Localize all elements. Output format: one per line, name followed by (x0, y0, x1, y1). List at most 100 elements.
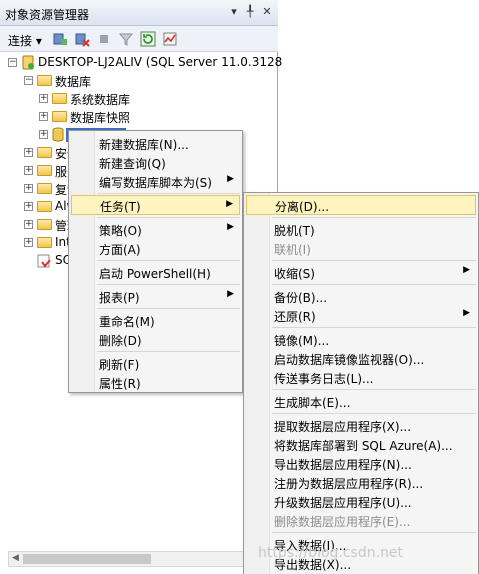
stop-icon[interactable] (96, 31, 112, 47)
scroll-thumb[interactable] (23, 554, 151, 564)
menu-item-label: 镜像(M)... (274, 334, 330, 348)
menu-item-export-data-tier-app[interactable]: 导出数据层应用程序(N)... (270, 453, 476, 473)
expand-icon[interactable]: + (24, 202, 33, 211)
menu-item-upgrade-data-tier-app[interactable]: 升级数据层应用程序(U)... (270, 491, 476, 511)
system-databases-label: 系统数据库 (70, 93, 131, 107)
menu-separator (272, 413, 476, 414)
menu-separator (97, 308, 240, 309)
folder-icon (37, 237, 52, 248)
menu-item-label: 备份(B)... (274, 291, 328, 305)
database-context-menu: 新建数据库(N)... 新建查询(Q) 编写数据库脚本为(S) ▶ 任务(T) ▶ … (68, 130, 243, 393)
window-position-icon[interactable]: ▾ (228, 5, 240, 18)
database-icon (52, 127, 64, 142)
menu-separator (272, 532, 476, 533)
horizontal-scrollbar[interactable]: ◀ ▶ (8, 551, 270, 567)
submenu-arrow-icon: ▶ (227, 289, 234, 299)
menu-item-label: 方面(A) (99, 243, 141, 257)
menu-item-backup[interactable]: 备份(B)... (270, 286, 476, 306)
tree-node-system-databases[interactable]: + 系统数据库 (0, 90, 278, 108)
menu-separator (272, 389, 476, 390)
explorer-toolbar: 连接 ▾ (0, 26, 278, 52)
menu-item-label: 收缩(S) (274, 267, 315, 281)
menu-item-label: 注册为数据层应用程序(R)... (274, 477, 424, 491)
menu-item-tasks[interactable]: 任务(T) ▶ (71, 195, 240, 215)
menu-gutter (69, 131, 95, 392)
menu-item-label: 删除数据层应用程序(E)... (274, 515, 411, 529)
connect-button[interactable]: 连接 ▾ (8, 32, 42, 49)
menu-item-rename[interactable]: 重命名(M) (95, 310, 240, 330)
tree-node-database-snapshots[interactable]: + 数据库快照 (0, 108, 278, 126)
sql-agent-icon (37, 254, 51, 268)
folder-icon (37, 219, 52, 230)
collapse-icon[interactable]: − (8, 58, 17, 67)
folder-icon (37, 165, 52, 176)
menu-item-ship-transaction-logs[interactable]: 传送事务日志(L)... (270, 367, 476, 387)
menu-item-delete-data-tier-app[interactable]: 删除数据层应用程序(E)... (270, 510, 476, 530)
menu-item-delete[interactable]: 删除(D) (95, 329, 240, 349)
expand-icon[interactable]: + (39, 112, 48, 121)
server-icon (22, 55, 34, 70)
expand-icon[interactable]: + (39, 94, 48, 103)
menu-separator (272, 327, 476, 328)
menu-item-label: 任务(T) (100, 200, 141, 214)
expand-icon[interactable]: + (24, 184, 33, 193)
refresh-icon[interactable] (140, 31, 156, 47)
tree-node-server[interactable]: − DESKTOP-LJ2ALIV (SQL Server 11.0.3128 (0, 54, 282, 72)
expand-icon[interactable]: + (39, 130, 48, 139)
menu-gutter (244, 193, 270, 574)
menu-separator (272, 217, 476, 218)
activity-monitor-icon[interactable] (162, 31, 178, 47)
menu-separator (272, 260, 476, 261)
menu-item-generate-scripts[interactable]: 生成脚本(E)... (270, 391, 476, 411)
menu-item-label: 刷新(F) (99, 358, 140, 372)
menu-item-refresh[interactable]: 刷新(F) (95, 353, 240, 373)
menu-item-detach[interactable]: 分离(D)... (246, 195, 476, 215)
filter-icon[interactable] (118, 31, 134, 47)
menu-item-bring-online[interactable]: 联机(I) (270, 238, 476, 258)
menu-item-label: 传送事务日志(L)... (274, 372, 374, 386)
folder-icon (52, 93, 67, 104)
menu-item-label: 将数据库部署到 SQL Azure(A)... (274, 439, 453, 453)
menu-item-label: 还原(R) (274, 310, 316, 324)
menu-item-take-offline[interactable]: 脱机(T) (270, 219, 476, 239)
menu-item-script-database[interactable]: 编写数据库脚本为(S) ▶ (95, 171, 240, 191)
folder-icon (37, 75, 52, 86)
disconnect-icon[interactable] (74, 31, 90, 47)
menu-item-shrink[interactable]: 收缩(S) ▶ (270, 262, 476, 282)
close-icon[interactable]: ✕ (261, 5, 273, 18)
menu-item-label: 生成脚本(E)... (274, 396, 351, 410)
collapse-icon[interactable]: − (24, 76, 33, 85)
submenu-arrow-icon: ▶ (463, 308, 470, 318)
menu-item-restore[interactable]: 还原(R) ▶ (270, 305, 476, 325)
menu-item-launch-mirroring-monitor[interactable]: 启动数据库镜像监视器(O)... (270, 348, 476, 368)
folder-icon (52, 111, 67, 122)
watermark: https://blog.csdn.net (258, 545, 404, 561)
menu-item-register-data-tier-app[interactable]: 注册为数据层应用程序(R)... (270, 472, 476, 492)
menu-item-label: 联机(I) (274, 243, 311, 257)
folder-icon (37, 147, 52, 158)
tree-node-databases[interactable]: − 数据库 (0, 72, 278, 90)
folder-icon (37, 201, 52, 212)
scroll-left-icon[interactable]: ◀ (12, 553, 19, 563)
menu-item-new-database[interactable]: 新建数据库(N)... (95, 133, 240, 153)
expand-icon[interactable]: + (24, 166, 33, 175)
menu-item-start-powershell[interactable]: 启动 PowerShell(H) (95, 262, 240, 282)
menu-item-reports[interactable]: 报表(P) ▶ (95, 286, 240, 306)
expand-icon[interactable]: + (24, 220, 33, 229)
expand-icon[interactable]: + (24, 238, 33, 247)
menu-item-policies[interactable]: 策略(O) ▶ (95, 219, 240, 239)
menu-item-deploy-to-sql-azure[interactable]: 将数据库部署到 SQL Azure(A)... (270, 434, 476, 454)
menu-item-facets[interactable]: 方面(A) (95, 238, 240, 258)
expand-icon[interactable]: + (24, 148, 33, 157)
menu-item-extract-data-tier-app[interactable]: 提取数据层应用程序(X)... (270, 415, 476, 435)
pin-icon[interactable]: ╀ (244, 5, 256, 18)
menu-item-new-query[interactable]: 新建查询(Q) (95, 152, 240, 172)
menu-item-label: 提取数据层应用程序(X)... (274, 420, 412, 434)
connect-server-icon[interactable] (52, 31, 68, 47)
menu-item-label: 重命名(M) (99, 315, 155, 329)
menu-item-label: 新建数据库(N)... (99, 138, 189, 152)
menu-item-properties[interactable]: 属性(R) (95, 372, 240, 392)
menu-item-label: 策略(O) (99, 224, 142, 238)
panel-title: 对象资源管理器 (5, 8, 90, 22)
menu-item-mirror[interactable]: 镜像(M)... (270, 329, 476, 349)
